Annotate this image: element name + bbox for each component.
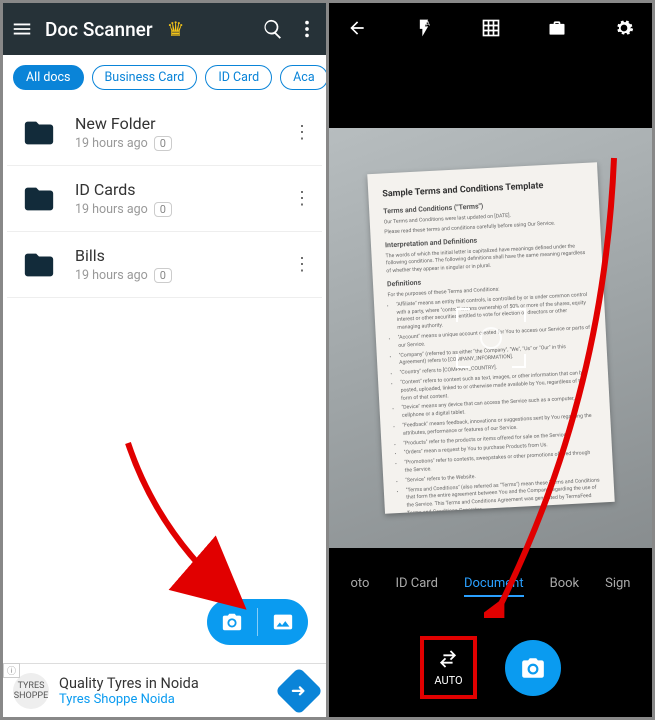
mode-book[interactable]: Book xyxy=(550,576,580,597)
folder-item[interactable]: Bills 19 hours ago 0 ⋮ xyxy=(7,232,322,298)
briefcase-icon[interactable] xyxy=(547,17,567,39)
folder-time: 19 hours ago xyxy=(75,202,148,217)
folder-count: 0 xyxy=(154,136,172,151)
chip-all-docs[interactable]: All docs xyxy=(13,65,84,90)
search-icon[interactable] xyxy=(262,18,284,40)
annotation-arrow xyxy=(118,433,258,613)
mode-id-card[interactable]: ID Card xyxy=(395,576,437,597)
chip-id-card[interactable]: ID Card xyxy=(205,65,272,90)
doc-scanner-screen: Doc Scanner ♛ All docs Business Card ID … xyxy=(3,3,326,717)
chip-academic[interactable]: Aca xyxy=(280,65,326,90)
mode-sign[interactable]: Sign xyxy=(605,576,630,597)
folder-icon xyxy=(19,116,59,150)
gallery-icon[interactable] xyxy=(272,611,294,633)
folder-more-icon[interactable]: ⋮ xyxy=(293,254,310,275)
menu-icon[interactable] xyxy=(11,18,33,40)
folder-more-icon[interactable]: ⋮ xyxy=(293,188,310,209)
svg-text:A: A xyxy=(425,20,430,28)
folder-time: 19 hours ago xyxy=(75,136,148,151)
camera-viewfinder[interactable]: Sample Terms and Conditions Template Ter… xyxy=(329,128,652,548)
camera-controls: AUTO xyxy=(329,636,652,699)
ad-badge: ⓘ xyxy=(3,663,20,678)
grid-icon[interactable] xyxy=(481,17,501,39)
overflow-icon[interactable] xyxy=(296,18,318,40)
folder-item[interactable]: ID Cards 19 hours ago 0 ⋮ xyxy=(7,166,322,232)
ad-subtitle: Tyres Shoppe Noida xyxy=(59,692,199,707)
swap-icon xyxy=(437,648,459,670)
folder-name: New Folder xyxy=(75,114,172,133)
focus-indicator xyxy=(456,308,526,368)
ad-directions-icon[interactable]: ➜ xyxy=(275,666,323,714)
doc-title: Sample Terms and Conditions Template xyxy=(382,179,584,200)
auto-capture-toggle[interactable]: AUTO xyxy=(420,636,476,699)
folder-item[interactable]: New Folder 19 hours ago 0 ⋮ xyxy=(7,100,322,166)
chip-business-card[interactable]: Business Card xyxy=(92,65,198,90)
folder-count: 0 xyxy=(154,268,172,283)
auto-label: AUTO xyxy=(434,674,462,687)
folder-name: ID Cards xyxy=(75,180,172,199)
folder-count: 0 xyxy=(154,202,172,217)
folder-time: 19 hours ago xyxy=(75,268,148,283)
shutter-button[interactable] xyxy=(505,640,561,696)
mode-photo[interactable]: oto xyxy=(351,576,370,597)
folder-more-icon[interactable]: ⋮ xyxy=(293,122,310,143)
filter-chips: All docs Business Card ID Card Aca xyxy=(3,55,326,100)
folder-icon xyxy=(19,182,59,216)
camera-topbar: A xyxy=(329,3,652,53)
camera-screen: A Sample Terms and Conditions Template T… xyxy=(329,3,652,717)
ad-title: Quality Tyres in Noida xyxy=(59,675,199,692)
back-icon[interactable] xyxy=(347,17,367,39)
camera-icon xyxy=(520,655,546,681)
settings-icon[interactable] xyxy=(614,17,634,39)
crown-icon[interactable]: ♛ xyxy=(165,18,187,40)
app-title: Doc Scanner xyxy=(45,18,153,41)
scan-fab[interactable] xyxy=(207,599,308,645)
folder-name: Bills xyxy=(75,246,172,265)
folder-list: New Folder 19 hours ago 0 ⋮ ID Cards 19 h… xyxy=(3,100,326,298)
folder-icon xyxy=(19,248,59,282)
camera-icon[interactable] xyxy=(221,611,243,633)
ad-banner[interactable]: ⓘ TYRES SHOPPE Quality Tyres in Noida Ty… xyxy=(3,663,326,717)
scan-mode-tabs: oto ID Card Document Book Sign xyxy=(329,568,652,605)
flash-icon[interactable]: A xyxy=(414,17,434,39)
app-topbar: Doc Scanner ♛ xyxy=(3,3,326,55)
mode-document[interactable]: Document xyxy=(464,576,524,597)
